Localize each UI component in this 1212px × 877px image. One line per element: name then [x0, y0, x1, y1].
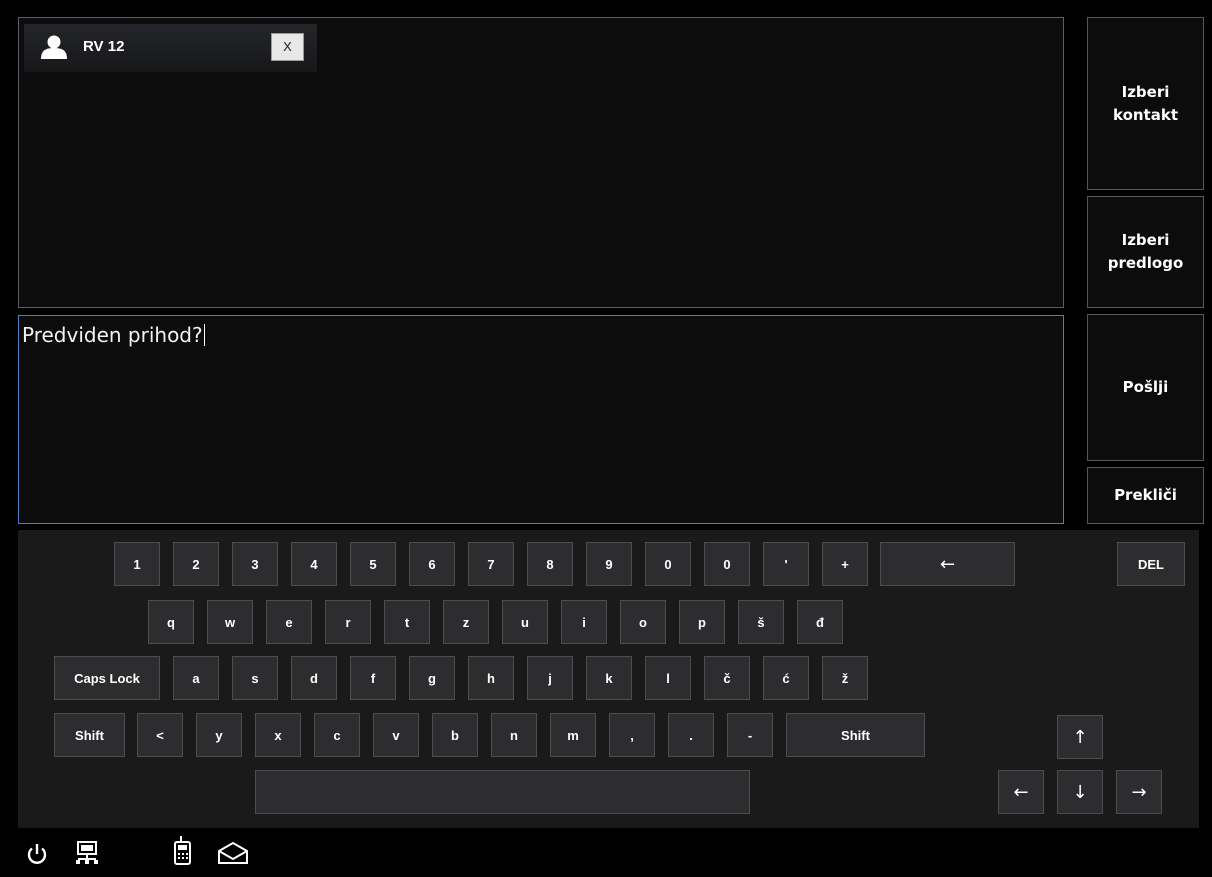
key-o[interactable]: o [620, 600, 666, 644]
cancel-button[interactable]: Prekliči [1087, 467, 1204, 524]
key-d[interactable]: d [291, 656, 337, 700]
message-text: Predviden prihod? [22, 323, 205, 347]
caps-lock-key[interactable]: Caps Lock [54, 656, 160, 700]
key-2[interactable]: 2 [173, 542, 219, 586]
key-i[interactable]: i [561, 600, 607, 644]
key-c-caron[interactable]: č [704, 656, 750, 700]
key-p[interactable]: p [679, 600, 725, 644]
key-comma[interactable]: , [609, 713, 655, 757]
key-7[interactable]: 7 [468, 542, 514, 586]
key-3[interactable]: 3 [232, 542, 278, 586]
text-caret [203, 324, 205, 346]
key-a[interactable]: a [173, 656, 219, 700]
send-button[interactable]: Pošlji [1087, 314, 1204, 461]
key-f[interactable]: f [350, 656, 396, 700]
backspace-key[interactable]: ← [880, 542, 1015, 586]
key-period[interactable]: . [668, 713, 714, 757]
phone-icon[interactable] [173, 835, 193, 865]
key-x[interactable]: x [255, 713, 301, 757]
arrow-down-key[interactable]: ↓ [1057, 770, 1103, 814]
key-minus[interactable]: - [727, 713, 773, 757]
key-8[interactable]: 8 [527, 542, 573, 586]
arrow-right-key[interactable]: → [1116, 770, 1162, 814]
key-9[interactable]: 9 [586, 542, 632, 586]
select-contact-button[interactable]: Izberi kontakt [1087, 17, 1204, 190]
key-l[interactable]: l [645, 656, 691, 700]
key-r[interactable]: r [325, 600, 371, 644]
key-h[interactable]: h [468, 656, 514, 700]
key-q[interactable]: q [148, 600, 194, 644]
key-m[interactable]: m [550, 713, 596, 757]
shift-left-key[interactable]: Shift [54, 713, 125, 757]
key-z[interactable]: z [443, 600, 489, 644]
key-apostrophe[interactable]: ' [763, 542, 809, 586]
delete-key[interactable]: DEL [1117, 542, 1185, 586]
key-6[interactable]: 6 [409, 542, 455, 586]
arrow-left-key[interactable]: ← [998, 770, 1044, 814]
taskbar [0, 829, 1212, 877]
power-icon[interactable] [26, 843, 48, 865]
key-s[interactable]: s [232, 656, 278, 700]
key-s-caron[interactable]: š [738, 600, 784, 644]
key-t[interactable]: t [384, 600, 430, 644]
key-5[interactable]: 5 [350, 542, 396, 586]
message-input[interactable]: Predviden prihod? [18, 315, 1064, 524]
key-u[interactable]: u [502, 600, 548, 644]
key-k[interactable]: k [586, 656, 632, 700]
shift-right-key[interactable]: Shift [786, 713, 925, 757]
key-w[interactable]: w [207, 600, 253, 644]
key-d-stroke[interactable]: đ [797, 600, 843, 644]
space-key[interactable] [255, 770, 750, 814]
arrow-up-key[interactable]: ↑ [1057, 715, 1103, 759]
key-b[interactable]: b [432, 713, 478, 757]
key-less-than[interactable]: < [137, 713, 183, 757]
recipient-name: RV 12 [83, 38, 125, 55]
key-plus[interactable]: + [822, 542, 868, 586]
remove-recipient-button[interactable]: X [271, 33, 304, 61]
key-c[interactable]: c [314, 713, 360, 757]
key-g[interactable]: g [409, 656, 455, 700]
mail-icon[interactable] [217, 841, 249, 865]
key-0-alt[interactable]: 0 [704, 542, 750, 586]
key-y[interactable]: y [196, 713, 242, 757]
user-icon [41, 35, 67, 59]
key-v[interactable]: v [373, 713, 419, 757]
key-0[interactable]: 0 [645, 542, 691, 586]
key-e[interactable]: e [266, 600, 312, 644]
key-1[interactable]: 1 [114, 542, 160, 586]
key-c-acute[interactable]: ć [763, 656, 809, 700]
key-j[interactable]: j [527, 656, 573, 700]
network-icon[interactable] [75, 841, 101, 865]
select-template-button[interactable]: Izberi predlogo [1087, 196, 1204, 308]
key-4[interactable]: 4 [291, 542, 337, 586]
key-z-caron[interactable]: ž [822, 656, 868, 700]
key-n[interactable]: n [491, 713, 537, 757]
